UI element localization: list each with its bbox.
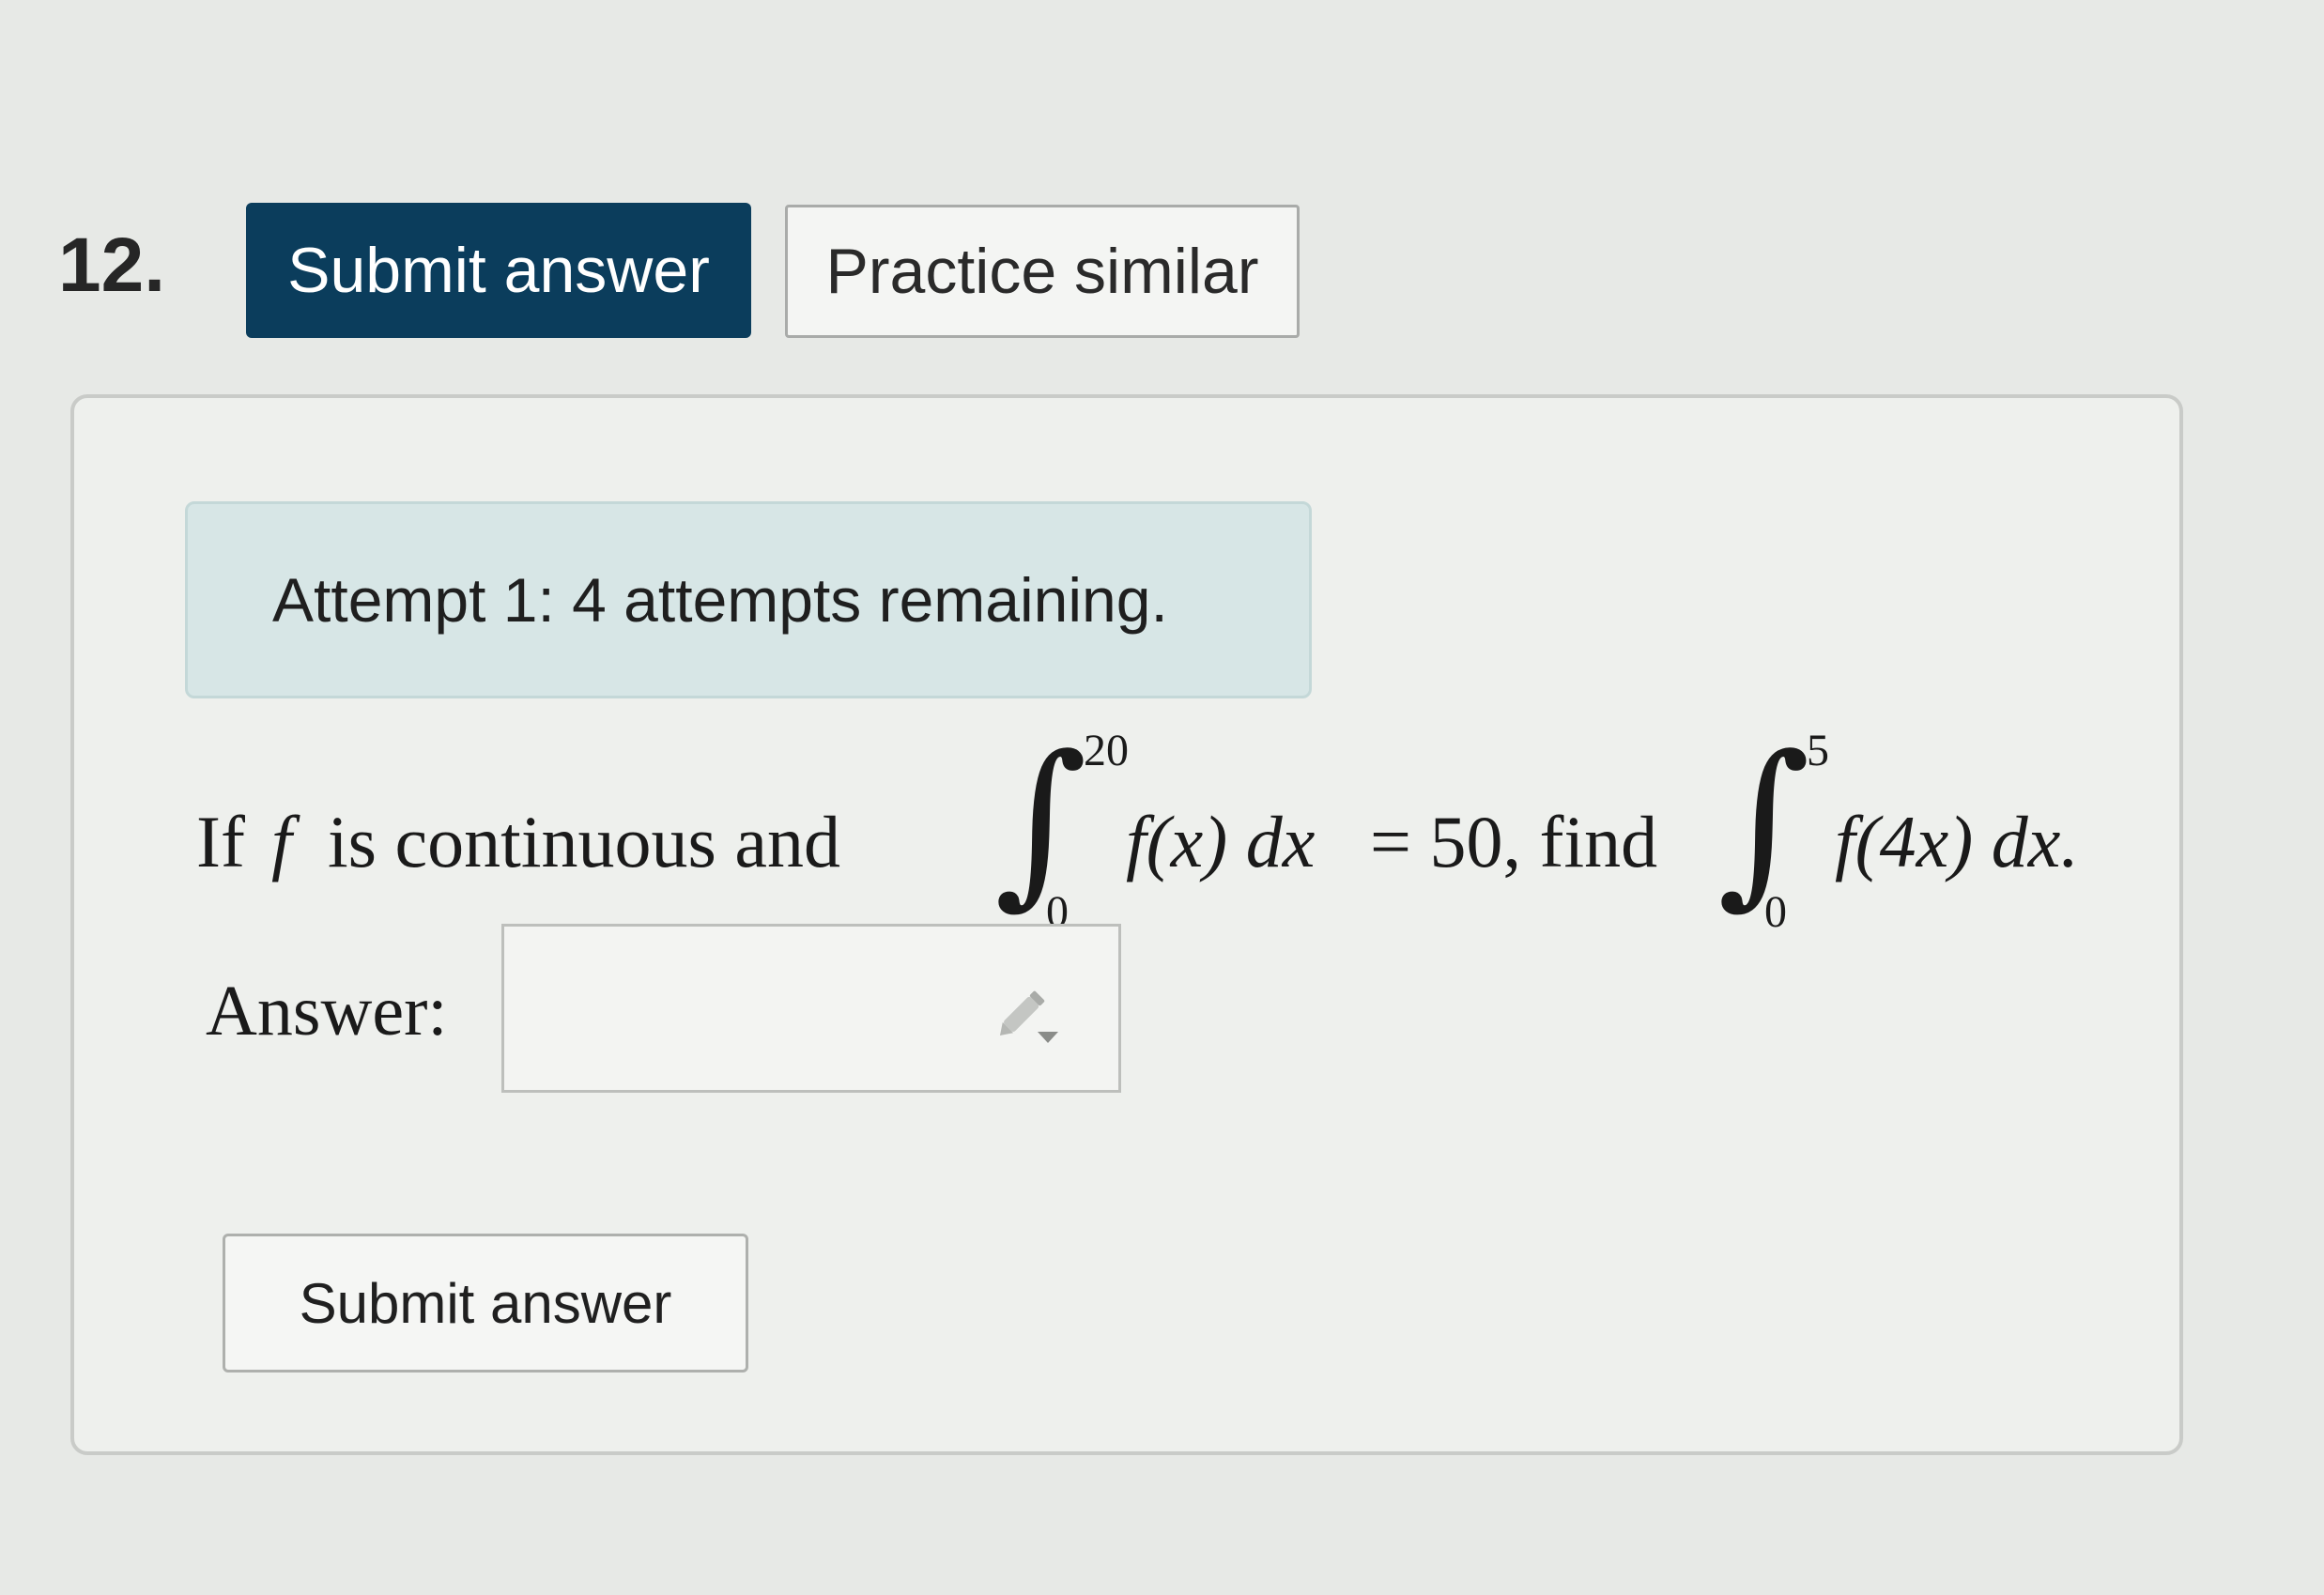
problem-equals-find: = 50, find: [1370, 801, 1658, 882]
question-panel: Attempt 1: 4 attempts remaining. If f is…: [70, 394, 2183, 1455]
attempts-text: Attempt 1: 4 attempts remaining.: [272, 565, 1168, 635]
integral-2-upper: 5: [1807, 726, 1829, 775]
problem-statement: If f is continuous and ∫ 20 0 f(x) dx = …: [196, 717, 2168, 952]
answer-label: Answer:: [206, 972, 448, 1051]
submit-answer-button[interactable]: Submit answer: [246, 203, 751, 338]
problem-lead: If: [196, 801, 245, 882]
practice-similar-button[interactable]: Practice similar: [785, 205, 1300, 338]
pencil-dropdown-icon[interactable]: [989, 975, 1064, 1051]
integral-2-integrand: f(4x) dx.: [1835, 801, 2079, 882]
function-symbol: f: [271, 801, 292, 882]
answer-input[interactable]: [501, 924, 1121, 1093]
attempts-notice: Attempt 1: 4 attempts remaining.: [185, 501, 1312, 698]
problem-condition: is continuous and: [328, 801, 840, 882]
integral-2-lower: 0: [1764, 887, 1787, 937]
question-number: 12.: [58, 222, 165, 308]
integral-sign-1: ∫: [994, 717, 1087, 925]
submit-answer-bottom-button[interactable]: Submit answer: [223, 1234, 748, 1373]
integral-1-upper: 20: [1084, 726, 1129, 775]
integral-1-integrand: f(x) dx: [1126, 801, 1316, 882]
